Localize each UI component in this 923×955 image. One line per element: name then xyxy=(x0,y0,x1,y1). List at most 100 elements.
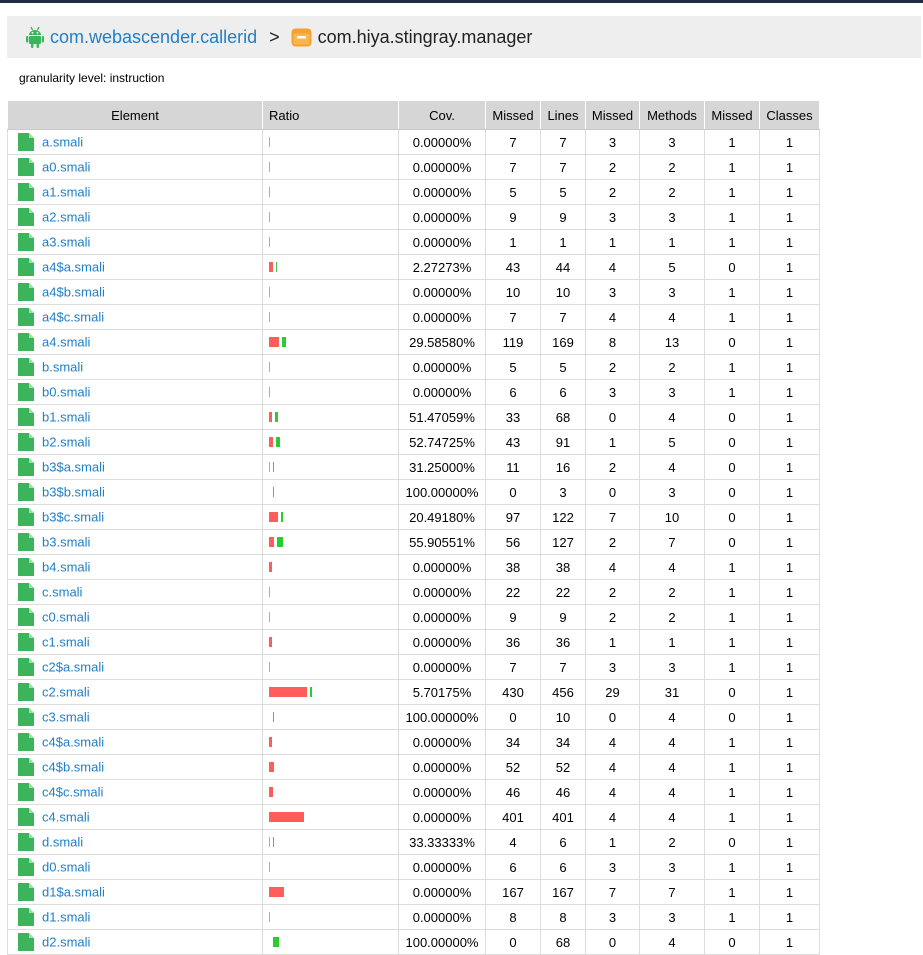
table-row: d1$a.smali 0.00000% 167 167 7 7 1 1 xyxy=(7,879,820,905)
missed-lines-cell: 167 xyxy=(485,879,541,905)
missed-methods-cell: 3 xyxy=(585,279,640,305)
missed-classes-cell: 1 xyxy=(704,154,760,180)
missed-lines-cell: 43 xyxy=(485,254,541,280)
element-cell: b3$b.smali xyxy=(7,479,263,505)
element-link[interactable]: d1.smali xyxy=(42,910,90,925)
header-methods[interactable]: Methods xyxy=(639,100,705,130)
file-icon xyxy=(18,508,34,526)
element-link[interactable]: c4.smali xyxy=(42,810,90,825)
element-link[interactable]: a4$a.smali xyxy=(42,260,105,275)
ratio-cell xyxy=(262,379,399,405)
element-link[interactable]: c0.smali xyxy=(42,610,90,625)
element-link[interactable]: c4$a.smali xyxy=(42,735,104,750)
header-ratio[interactable]: Ratio xyxy=(262,100,399,130)
lines-cell: 169 xyxy=(540,329,586,355)
header-missed-lines[interactable]: Missed xyxy=(485,100,541,130)
header-lines[interactable]: Lines xyxy=(540,100,586,130)
element-link[interactable]: c4$b.smali xyxy=(42,760,104,775)
element-link[interactable]: b3$c.smali xyxy=(42,510,104,525)
missed-lines-cell: 0 xyxy=(485,479,541,505)
element-cell: c1.smali xyxy=(7,629,263,655)
file-icon xyxy=(18,233,34,251)
missed-methods-cell: 4 xyxy=(585,304,640,330)
lines-cell: 6 xyxy=(540,854,586,880)
coverage-cell: 0.00000% xyxy=(398,754,486,780)
missed-methods-cell: 3 xyxy=(585,129,640,155)
header-coverage[interactable]: Cov. xyxy=(398,100,486,130)
element-link[interactable]: d2.smali xyxy=(42,935,90,950)
element-link[interactable]: a4$c.smali xyxy=(42,310,104,325)
element-link[interactable]: a4$b.smali xyxy=(42,285,105,300)
element-link[interactable]: a2.smali xyxy=(42,210,90,225)
missed-methods-cell: 3 xyxy=(585,204,640,230)
element-link[interactable]: b3$a.smali xyxy=(42,460,105,475)
missed-bar-segment xyxy=(269,587,270,597)
missed-bar-segment xyxy=(269,337,279,347)
coverage-cell: 0.00000% xyxy=(398,654,486,680)
header-element[interactable]: Element xyxy=(7,100,263,130)
missed-classes-cell: 1 xyxy=(704,579,760,605)
file-icon xyxy=(18,758,34,776)
element-cell: c2$a.smali xyxy=(7,654,263,680)
element-link[interactable]: a4.smali xyxy=(42,335,90,350)
ratio-cell xyxy=(262,204,399,230)
classes-cell: 1 xyxy=(759,554,820,580)
element-link[interactable]: d1$a.smali xyxy=(42,885,105,900)
element-link[interactable]: c4$c.smali xyxy=(42,785,103,800)
covered-bar-segment xyxy=(277,537,283,547)
missed-classes-cell: 1 xyxy=(704,854,760,880)
element-link[interactable]: b2.smali xyxy=(42,435,90,450)
ratio-cell xyxy=(262,404,399,430)
element-link[interactable]: d.smali xyxy=(42,835,83,850)
header-classes[interactable]: Classes xyxy=(759,100,820,130)
element-link[interactable]: a0.smali xyxy=(42,160,90,175)
classes-cell: 1 xyxy=(759,929,820,955)
coverage-table: Element Ratio Cov. Missed Lines Missed M… xyxy=(7,100,820,955)
element-link[interactable]: c3.smali xyxy=(42,710,90,725)
missed-bar-segment xyxy=(269,837,270,847)
element-link[interactable]: a3.smali xyxy=(42,235,90,250)
element-cell: c4$c.smali xyxy=(7,779,263,805)
file-icon xyxy=(18,433,34,451)
covered-bar-segment xyxy=(273,487,274,497)
missed-classes-cell: 0 xyxy=(704,704,760,730)
classes-cell: 1 xyxy=(759,529,820,555)
breadcrumb-root-link[interactable]: com.webascender.callerid xyxy=(50,27,257,48)
element-link[interactable]: d0.smali xyxy=(42,860,90,875)
table-row: b.smali 0.00000% 5 5 2 2 1 1 xyxy=(7,354,820,380)
missed-classes-cell: 1 xyxy=(704,129,760,155)
element-link[interactable]: a.smali xyxy=(42,135,83,150)
missed-methods-cell: 7 xyxy=(585,504,640,530)
coverage-bar xyxy=(269,880,284,904)
element-link[interactable]: c1.smali xyxy=(42,635,90,650)
element-cell: c4$a.smali xyxy=(7,729,263,755)
table-row: d2.smali 100.00000% 0 68 0 4 0 1 xyxy=(7,929,820,955)
element-link[interactable]: b1.smali xyxy=(42,410,90,425)
table-row: d.smali 33.33333% 4 6 1 2 0 1 xyxy=(7,829,820,855)
missed-classes-cell: 0 xyxy=(704,829,760,855)
missed-classes-cell: 0 xyxy=(704,254,760,280)
header-missed-methods[interactable]: Missed xyxy=(585,100,640,130)
lines-cell: 10 xyxy=(540,279,586,305)
element-link[interactable]: a1.smali xyxy=(42,185,90,200)
element-link[interactable]: c.smali xyxy=(42,585,82,600)
missed-lines-cell: 430 xyxy=(485,679,541,705)
missed-lines-cell: 38 xyxy=(485,554,541,580)
element-link[interactable]: b4.smali xyxy=(42,560,90,575)
coverage-bar xyxy=(269,530,283,554)
element-link[interactable]: b.smali xyxy=(42,360,83,375)
coverage-bar xyxy=(269,730,272,754)
classes-cell: 1 xyxy=(759,579,820,605)
missed-bar-segment xyxy=(269,812,304,822)
coverage-cell: 0.00000% xyxy=(398,604,486,630)
file-icon xyxy=(18,808,34,826)
header-missed-classes[interactable]: Missed xyxy=(704,100,760,130)
missed-methods-cell: 4 xyxy=(585,554,640,580)
element-link[interactable]: b3.smali xyxy=(42,535,90,550)
element-link[interactable]: c2.smali xyxy=(42,685,90,700)
element-link[interactable]: c2$a.smali xyxy=(42,660,104,675)
element-link[interactable]: b0.smali xyxy=(42,385,90,400)
coverage-bar xyxy=(269,830,274,854)
element-link[interactable]: b3$b.smali xyxy=(42,485,105,500)
element-cell: b0.smali xyxy=(7,379,263,405)
